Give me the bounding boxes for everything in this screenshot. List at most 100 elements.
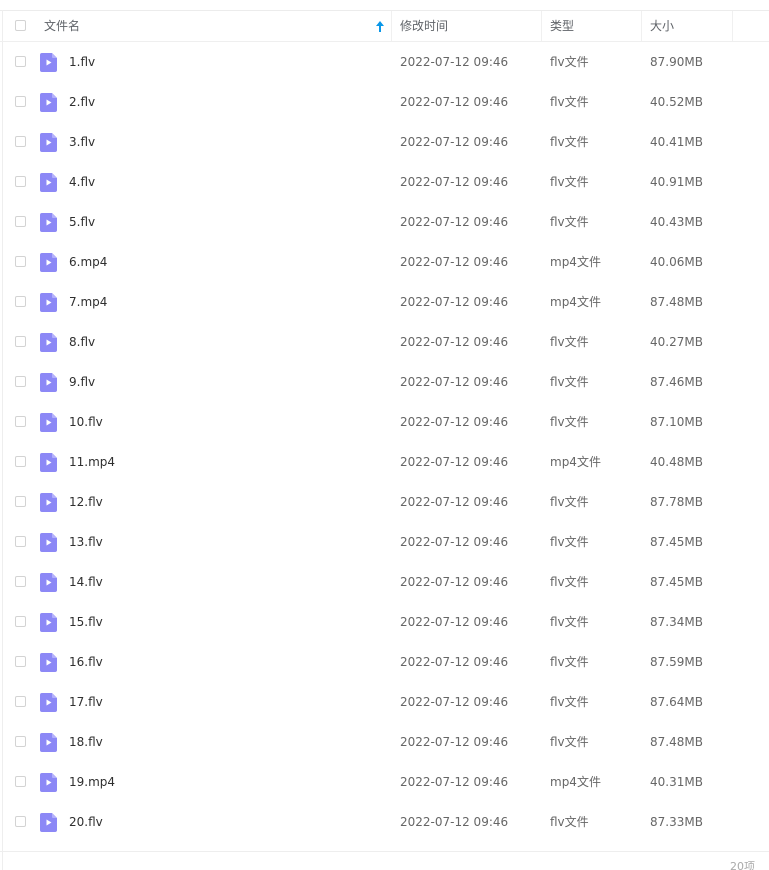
file-row[interactable]: 13.flv 2022-07-12 09:46 flv文件 87.45MB — [0, 522, 769, 562]
file-name[interactable]: 11.mp4 — [69, 442, 115, 482]
file-size: 40.91MB — [650, 175, 703, 189]
row-checkbox[interactable] — [15, 296, 26, 307]
file-type: flv文件 — [550, 815, 589, 829]
column-header-size[interactable]: 大小 — [650, 11, 674, 41]
column-divider[interactable] — [732, 11, 733, 41]
file-name[interactable]: 17.flv — [69, 682, 103, 722]
file-name[interactable]: 18.flv — [69, 722, 103, 762]
column-divider[interactable] — [641, 11, 642, 41]
file-row[interactable]: 11.mp4 2022-07-12 09:46 mp4文件 40.48MB — [0, 442, 769, 482]
file-size: 87.45MB — [650, 575, 703, 589]
file-name[interactable]: 9.flv — [69, 362, 95, 402]
file-type: flv文件 — [550, 615, 589, 629]
file-name[interactable]: 13.flv — [69, 522, 103, 562]
file-list-body: 1.flv 2022-07-12 09:46 flv文件 87.90MB 2.flv 20… — [0, 42, 769, 842]
file-size: 87.48MB — [650, 735, 703, 749]
file-name[interactable]: 14.flv — [69, 562, 103, 602]
file-name[interactable]: 16.flv — [69, 642, 103, 682]
sort-ascending-icon[interactable] — [374, 11, 386, 41]
file-row[interactable]: 20.flv 2022-07-12 09:46 flv文件 87.33MB — [0, 802, 769, 842]
file-list-view: 文件名 修改时间 类型 大小 1.flv 2022-07-12 09:46 flv文… — [0, 0, 769, 870]
file-name[interactable]: 3.flv — [69, 122, 95, 162]
file-modified-time: 2022-07-12 09:46 — [400, 815, 509, 829]
file-modified-time: 2022-07-12 09:46 — [400, 215, 509, 229]
file-row[interactable]: 10.flv 2022-07-12 09:46 flv文件 87.10MB — [0, 402, 769, 442]
file-size: 87.64MB — [650, 695, 703, 709]
video-file-icon — [40, 653, 57, 672]
file-row[interactable]: 14.flv 2022-07-12 09:46 flv文件 87.45MB — [0, 562, 769, 602]
file-type: flv文件 — [550, 375, 589, 389]
file-size: 40.43MB — [650, 215, 703, 229]
video-file-icon — [40, 373, 57, 392]
column-header-modified[interactable]: 修改时间 — [400, 11, 448, 41]
video-file-icon — [40, 773, 57, 792]
row-checkbox[interactable] — [15, 336, 26, 347]
file-size: 87.48MB — [650, 295, 703, 309]
file-row[interactable]: 1.flv 2022-07-12 09:46 flv文件 87.90MB — [0, 42, 769, 82]
video-file-icon — [40, 453, 57, 472]
file-row[interactable]: 12.flv 2022-07-12 09:46 flv文件 87.78MB — [0, 482, 769, 522]
file-row[interactable]: 2.flv 2022-07-12 09:46 flv文件 40.52MB — [0, 82, 769, 122]
row-checkbox[interactable] — [15, 656, 26, 667]
file-name[interactable]: 6.mp4 — [69, 242, 107, 282]
file-name[interactable]: 7.mp4 — [69, 282, 107, 322]
row-checkbox[interactable] — [15, 536, 26, 547]
video-file-icon — [40, 813, 57, 832]
row-checkbox[interactable] — [15, 776, 26, 787]
file-name[interactable]: 8.flv — [69, 322, 95, 362]
file-type: flv文件 — [550, 175, 589, 189]
file-type: flv文件 — [550, 135, 589, 149]
row-checkbox[interactable] — [15, 176, 26, 187]
row-checkbox[interactable] — [15, 376, 26, 387]
file-name[interactable]: 15.flv — [69, 602, 103, 642]
row-checkbox[interactable] — [15, 216, 26, 227]
file-name[interactable]: 12.flv — [69, 482, 103, 522]
file-row[interactable]: 9.flv 2022-07-12 09:46 flv文件 87.46MB — [0, 362, 769, 402]
file-row[interactable]: 8.flv 2022-07-12 09:46 flv文件 40.27MB — [0, 322, 769, 362]
row-checkbox[interactable] — [15, 496, 26, 507]
file-name[interactable]: 1.flv — [69, 42, 95, 82]
file-size: 87.45MB — [650, 535, 703, 549]
row-checkbox[interactable] — [15, 256, 26, 267]
row-checkbox[interactable] — [15, 416, 26, 427]
file-size: 40.41MB — [650, 135, 703, 149]
file-row[interactable]: 15.flv 2022-07-12 09:46 flv文件 87.34MB — [0, 602, 769, 642]
column-divider[interactable] — [541, 11, 542, 41]
column-header-type[interactable]: 类型 — [550, 11, 574, 41]
row-checkbox[interactable] — [15, 576, 26, 587]
file-modified-time: 2022-07-12 09:46 — [400, 535, 509, 549]
row-checkbox[interactable] — [15, 136, 26, 147]
file-name[interactable]: 4.flv — [69, 162, 95, 202]
file-row[interactable]: 16.flv 2022-07-12 09:46 flv文件 87.59MB — [0, 642, 769, 682]
file-row[interactable]: 7.mp4 2022-07-12 09:46 mp4文件 87.48MB — [0, 282, 769, 322]
file-row[interactable]: 3.flv 2022-07-12 09:46 flv文件 40.41MB — [0, 122, 769, 162]
file-size: 40.31MB — [650, 775, 703, 789]
row-checkbox[interactable] — [15, 696, 26, 707]
file-row[interactable]: 5.flv 2022-07-12 09:46 flv文件 40.43MB — [0, 202, 769, 242]
file-type: flv文件 — [550, 55, 589, 69]
video-file-icon — [40, 573, 57, 592]
video-file-icon — [40, 293, 57, 312]
row-checkbox[interactable] — [15, 736, 26, 747]
file-row[interactable]: 17.flv 2022-07-12 09:46 flv文件 87.64MB — [0, 682, 769, 722]
file-name[interactable]: 5.flv — [69, 202, 95, 242]
file-row[interactable]: 18.flv 2022-07-12 09:46 flv文件 87.48MB — [0, 722, 769, 762]
file-type: flv文件 — [550, 535, 589, 549]
file-name[interactable]: 19.mp4 — [69, 762, 115, 802]
file-name[interactable]: 20.flv — [69, 802, 103, 842]
file-name[interactable]: 2.flv — [69, 82, 95, 122]
file-row[interactable]: 6.mp4 2022-07-12 09:46 mp4文件 40.06MB — [0, 242, 769, 282]
video-file-icon — [40, 53, 57, 72]
row-checkbox[interactable] — [15, 456, 26, 467]
row-checkbox[interactable] — [15, 816, 26, 827]
column-header-name[interactable]: 文件名 — [44, 11, 80, 41]
row-checkbox[interactable] — [15, 56, 26, 67]
column-divider[interactable] — [391, 11, 392, 41]
row-checkbox[interactable] — [15, 96, 26, 107]
file-row[interactable]: 19.mp4 2022-07-12 09:46 mp4文件 40.31MB — [0, 762, 769, 802]
file-row[interactable]: 4.flv 2022-07-12 09:46 flv文件 40.91MB — [0, 162, 769, 202]
select-all-checkbox[interactable] — [15, 20, 26, 31]
file-name[interactable]: 10.flv — [69, 402, 103, 442]
video-file-icon — [40, 253, 57, 272]
row-checkbox[interactable] — [15, 616, 26, 627]
